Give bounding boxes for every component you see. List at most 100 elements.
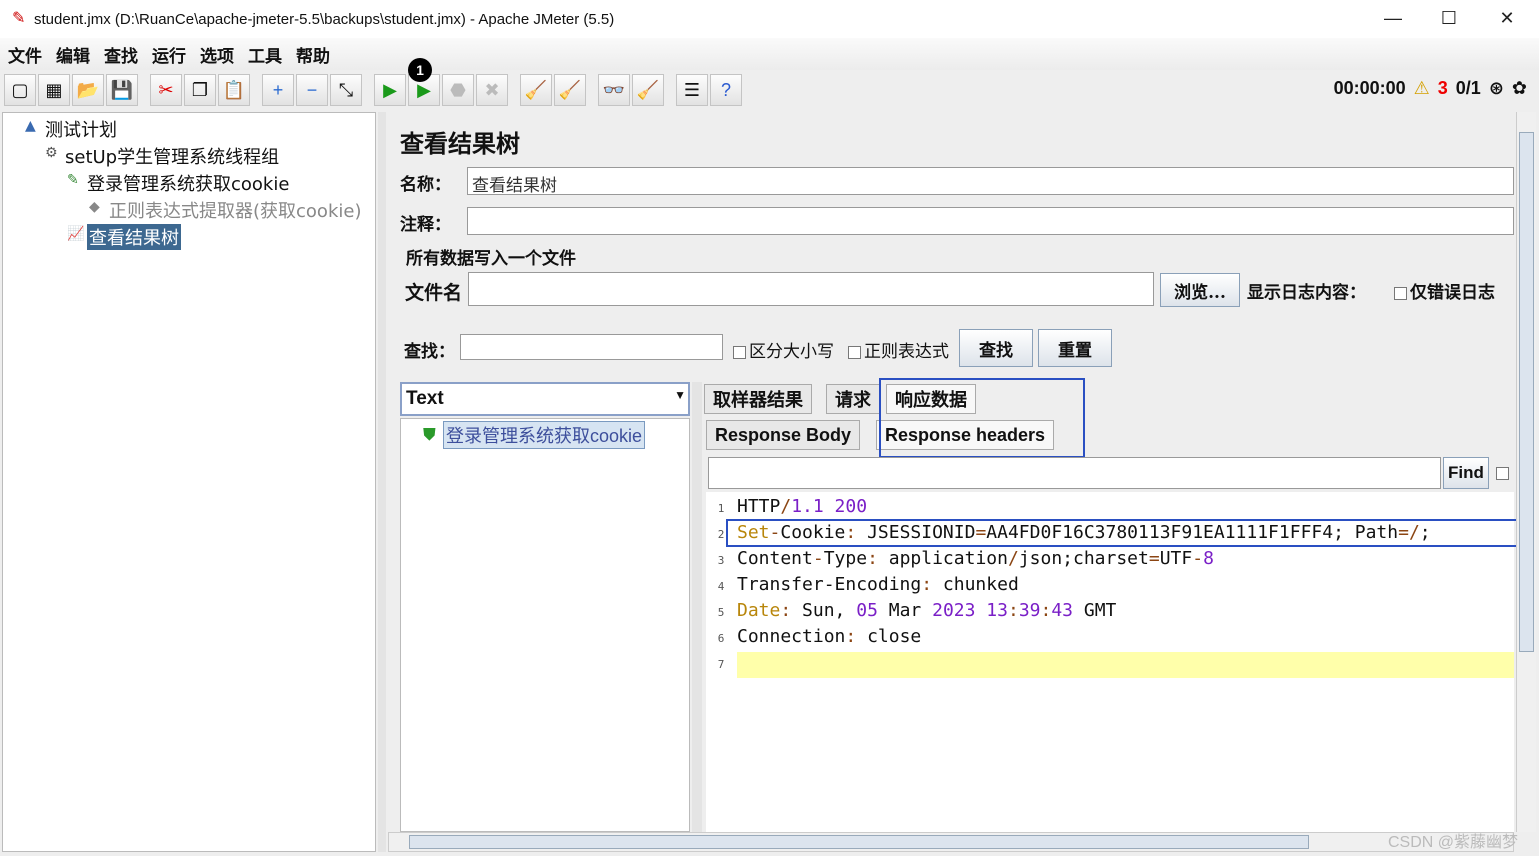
cut-button[interactable]: ✂ [150,74,182,106]
regex-checkbox[interactable]: 正则表达式 [848,337,949,362]
menu-item-2[interactable]: 查找 [104,42,138,67]
new-icon: ▢ [11,79,29,100]
tree-node[interactable]: 正则表达式提取器(获取cookie) [109,197,361,223]
reset-search-icon: 🧹 [636,79,660,100]
code-token: : [921,574,943,595]
help-icon: ? [720,79,731,100]
warning-count[interactable]: 3 [1438,78,1448,99]
step-badge: 1 [408,58,432,82]
find-text-input[interactable] [708,457,1441,489]
tree-node[interactable]: 测试计划 [45,116,117,142]
code-token: : [780,600,803,621]
shutdown-button[interactable]: ✖ [476,74,508,106]
tree-node-icon: ▲ [25,118,36,134]
remote-icon[interactable]: ⊛ [1489,78,1504,99]
clear-button[interactable]: 🧹 [520,74,552,106]
tab-request[interactable]: 请求 [826,384,880,414]
collapse-button[interactable]: − [296,74,328,106]
reset-search-button[interactable]: 🧹 [632,74,664,106]
help-button[interactable]: ? [710,74,742,106]
result-item[interactable]: 登录管理系统获取cookie [443,421,646,449]
code-token: Type [823,548,868,569]
name-input[interactable]: 查看结果树 [467,167,1514,196]
find-button[interactable]: 查找 [959,329,1033,367]
menu-item-1[interactable]: 编辑 [56,42,90,67]
warning-icon[interactable]: ⚠ [1414,78,1430,99]
copy-button[interactable]: ❐ [184,74,216,106]
start-button[interactable]: ▶ [374,74,406,106]
expand-button[interactable]: + [262,74,294,106]
success-shield-icon: ⛊ [423,425,436,444]
code-token: close [867,626,922,647]
code-token: / [780,496,792,517]
browse-button[interactable]: 浏览... [1160,273,1240,307]
find-text-button[interactable]: Find [1443,457,1489,489]
menu-item-3[interactable]: 运行 [152,42,186,67]
code-token: : [1007,600,1019,621]
comment-label: 注释： [400,215,451,235]
open-button[interactable]: 📂 [72,74,104,106]
comment-input[interactable] [467,207,1514,235]
code-token: HTTP [737,496,781,517]
code-token: GMT [1073,600,1117,621]
highlight-box-cookie [726,519,1528,547]
log-icon[interactable]: ✿ [1512,78,1527,99]
case-sensitive-checkbox[interactable]: 区分大小写 [733,337,834,362]
menu-item-0[interactable]: 文件 [8,42,42,67]
search-button[interactable]: 👓 [598,74,630,106]
results-divider[interactable] [692,382,702,832]
search-input[interactable] [460,334,723,360]
tab-response-body[interactable]: Response Body [706,420,861,450]
code-token: - [1192,548,1204,569]
templates-icon: ▦ [45,79,63,100]
line-number: 1 [717,502,725,515]
toggle-button[interactable]: ⤡ [330,74,362,106]
line-number: 6 [717,632,725,645]
search-icon: 👓 [602,79,626,100]
line-number: 7 [717,658,725,671]
minimize-button[interactable]: — [1378,8,1408,29]
code-token: 8 [1203,548,1214,569]
code-token: - [812,548,824,569]
watermark: CSDN @紫藤幽梦 [1388,834,1519,851]
paste-icon: 📋 [222,79,246,100]
tree-node-icon: ✎ [67,172,79,188]
maximize-button[interactable]: ☐ [1434,8,1464,29]
menu-bar: 文件 编辑 查找 运行 选项 工具 帮助 [0,38,1539,70]
menu-item-6[interactable]: 帮助 [296,42,330,67]
tree-node[interactable]: 登录管理系统获取cookie [87,170,289,196]
expand-icon: + [272,79,284,100]
errors-only-checkbox[interactable]: 仅错误日志 [1394,278,1495,303]
code-token: chunked [942,574,1019,595]
code-token: Content [737,548,813,569]
tree-node[interactable]: setUp学生管理系统线程组 [65,143,279,169]
thread-count: 0/1 [1455,78,1481,98]
collapse-icon: − [306,79,318,100]
menu-item-4[interactable]: 选项 [200,42,234,67]
paste-button[interactable]: 📋 [218,74,250,106]
menu-item-5[interactable]: 工具 [248,42,282,67]
tree-node[interactable]: 查看结果树 [87,224,181,250]
horizontal-scrollbar[interactable] [388,832,1514,852]
vertical-scrollbar[interactable] [1516,112,1536,832]
find-option-checkbox[interactable] [1496,467,1509,480]
code-token: : [845,626,868,647]
tree-node-icon: ◆ [89,199,100,215]
stop-button[interactable]: ⬣ [442,74,474,106]
code-line [737,652,1514,678]
tree-node-icon: ⚙ [45,145,58,161]
close-button[interactable]: ✕ [1492,8,1522,29]
function-helper-button[interactable]: ☰ [676,74,708,106]
save-button[interactable]: 💾 [106,74,138,106]
clear-all-button[interactable]: 🧹 [554,74,586,106]
reset-button[interactable]: 重置 [1038,329,1112,367]
filename-input[interactable] [468,272,1154,306]
toolbar: ▢ ▦ 📂 💾 ✂ ❐ 📋 + − ⤡ ▶ ▶ ⬣ ✖ 🧹 🧹 👓 🧹 ☰? [0,70,1539,110]
renderer-select[interactable]: Text ▼ [400,382,690,416]
templates-button[interactable]: ▦ [38,74,70,106]
new-button[interactable]: ▢ [4,74,36,106]
start-no-pause-icon: ▶ [417,79,431,100]
code-line: HTTP/1.1 200 [737,496,867,517]
split-pane-divider[interactable] [378,112,386,852]
tab-sampler-result[interactable]: 取样器结果 [704,384,812,414]
